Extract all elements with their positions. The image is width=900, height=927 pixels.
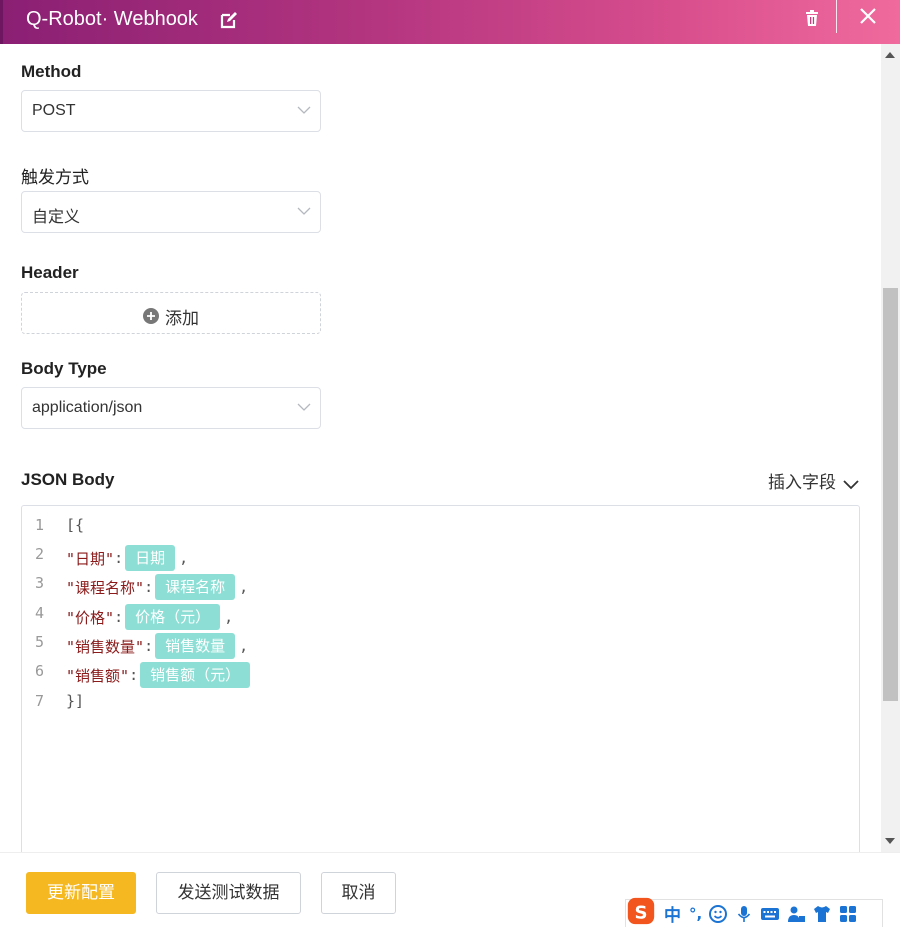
line-number: 4 (35, 604, 45, 622)
emoji-icon[interactable] (708, 904, 728, 924)
scrollbar-thumb[interactable] (883, 288, 898, 701)
line-number: 2 (35, 545, 45, 563)
sogou-logo-icon[interactable]: S (624, 897, 658, 925)
method-select[interactable]: POST (21, 90, 321, 132)
trigger-value: 自定义 (32, 209, 81, 226)
header-label: Header (21, 263, 79, 282)
code-line: 5 "销售数量": 销售数量, (22, 629, 859, 659)
grid-menu-icon[interactable] (838, 904, 858, 924)
line-number: 5 (35, 633, 45, 651)
code-line: 4 "价格": 价格（元）, (22, 600, 859, 630)
ime-punct-label[interactable]: °, (689, 905, 702, 923)
colon: : (114, 549, 124, 567)
modal-title: Q-Robot· Webhook (26, 8, 198, 30)
scroll-up-arrow-icon[interactable] (885, 52, 895, 58)
colon: : (129, 666, 139, 684)
code-line: 2 "日期": 日期, (22, 541, 859, 571)
user-settings-icon[interactable] (786, 904, 806, 924)
trigger-label: 触发方式 (21, 168, 89, 187)
cancel-button[interactable]: 取消 (321, 872, 396, 914)
json-editor[interactable]: 1 [{ 2 "日期": 日期, 3 "课程名称": 课程名称, 4 "价格": 价格… (21, 505, 860, 852)
scroll-down-arrow-icon[interactable] (885, 838, 895, 844)
header-divider (836, 0, 837, 33)
json-key: "价格" (66, 608, 115, 627)
header-accent (0, 0, 3, 44)
method-value: POST (32, 102, 76, 119)
field-chip[interactable]: 价格（元） (125, 604, 221, 630)
form-content: Method POST 触发方式 自定义 Header 添加 Body Type… (0, 44, 880, 852)
ime-mode-label[interactable]: 中 (664, 901, 681, 926)
chevron-down-icon (297, 207, 311, 215)
code-text: [{ (66, 516, 85, 534)
code-line: 3 "课程名称": 课程名称, (22, 570, 859, 600)
comma: , (239, 578, 249, 596)
trigger-select[interactable]: 自定义 (21, 191, 321, 233)
field-chip[interactable]: 销售数量 (155, 633, 236, 659)
json-key: "课程名称" (66, 578, 145, 597)
update-config-button[interactable]: 更新配置 (26, 872, 136, 914)
line-number: 3 (35, 574, 45, 592)
line-number: 1 (35, 516, 45, 534)
send-test-data-button[interactable]: 发送测试数据 (156, 872, 301, 914)
body-type-value: application/json (32, 399, 143, 416)
line-number: 7 (35, 692, 45, 710)
code-text: }] (66, 692, 85, 710)
colon: : (144, 578, 154, 596)
json-body-label: JSON Body (21, 470, 115, 489)
microphone-icon[interactable] (734, 904, 754, 924)
chevron-down-icon (297, 403, 311, 411)
field-chip[interactable]: 课程名称 (155, 574, 236, 600)
colon: : (114, 608, 124, 626)
comma: , (224, 608, 234, 626)
colon: : (144, 637, 154, 655)
vertical-scrollbar[interactable] (881, 44, 900, 852)
body-type-select[interactable]: application/json (21, 387, 321, 429)
field-chip[interactable]: 销售额（元） (140, 662, 251, 688)
json-key: "日期" (66, 549, 115, 568)
json-key: "销售数量" (66, 637, 145, 656)
comma: , (239, 637, 249, 655)
skin-shirt-icon[interactable] (812, 904, 832, 924)
insert-field-dropdown[interactable]: 插入字段 (768, 468, 859, 493)
code-line: 7 }] (22, 688, 859, 718)
comma: , (179, 549, 189, 567)
plus-circle-icon (143, 308, 159, 324)
body-type-label: Body Type (21, 359, 107, 378)
chevron-down-icon (297, 106, 311, 114)
method-label: Method (21, 62, 82, 81)
edit-icon[interactable] (220, 11, 238, 29)
ime-toolbar: S 中 °, (624, 897, 883, 927)
trash-icon[interactable] (803, 9, 821, 27)
close-icon[interactable] (859, 7, 877, 25)
line-number: 6 (35, 662, 45, 680)
field-chip[interactable]: 日期 (125, 545, 176, 571)
modal-header: Q-Robot· Webhook (0, 0, 900, 44)
json-key: "销售额" (66, 666, 130, 685)
keyboard-icon[interactable] (760, 904, 780, 924)
code-line: 6 "销售额": 销售额（元） (22, 658, 859, 688)
add-header-button[interactable]: 添加 (21, 292, 321, 334)
insert-field-label: 插入字段 (768, 473, 836, 492)
add-header-label: 添加 (165, 309, 199, 328)
code-line: 1 [{ (22, 512, 859, 542)
chevron-down-icon (843, 479, 859, 489)
svg-text:S: S (634, 902, 647, 923)
